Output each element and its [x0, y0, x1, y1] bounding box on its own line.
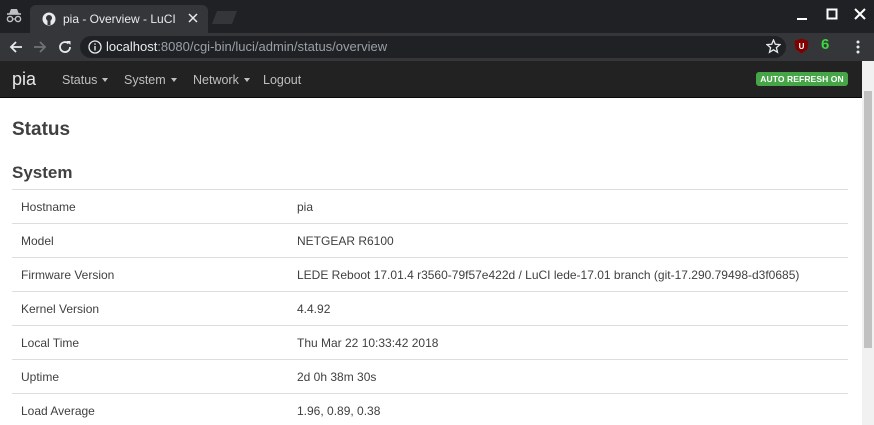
brand-hostname[interactable]: pia: [12, 69, 36, 90]
nav-network-menu[interactable]: Network: [193, 73, 250, 87]
table-row: Uptime 2d 0h 38m 30s: [12, 359, 848, 393]
row-label-local-time: Local Time: [21, 336, 80, 350]
bookmark-star-icon[interactable]: [766, 39, 781, 54]
row-label-kernel: Kernel Version: [21, 302, 100, 316]
maximize-icon[interactable]: [822, 6, 842, 24]
reload-icon[interactable]: [57, 39, 73, 55]
page-title: Status: [12, 119, 71, 140]
forward-arrow-icon[interactable]: [32, 39, 48, 55]
table-row: Model NETGEAR R6100: [12, 223, 848, 257]
table-row: Firmware Version LEDE Reboot 17.01.4 r35…: [12, 257, 848, 291]
row-label-model: Model: [21, 234, 54, 248]
browser-toolbar: localhost:8080/cgi-bin/luci/admin/status…: [0, 33, 874, 61]
incognito-icon: [6, 9, 22, 23]
chevron-down-icon: [102, 78, 109, 82]
url-host: localhost: [106, 39, 158, 54]
nav-network-label: Network: [193, 73, 239, 87]
address-bar[interactable]: localhost:8080/cgi-bin/luci/admin/status…: [80, 36, 786, 58]
row-value-firmware: LEDE Reboot 17.01.4 r3560-79f57e422d / L…: [297, 268, 800, 282]
page-scrollbar[interactable]: [862, 61, 874, 425]
section-title-system: System: [12, 163, 73, 182]
svg-text:U: U: [799, 42, 805, 51]
nav-status-menu[interactable]: Status: [62, 73, 109, 87]
browser-tab[interactable]: pia - Overview - LuCI: [30, 5, 208, 33]
table-row: Local Time Thu Mar 22 10:33:42 2018: [12, 325, 848, 359]
url-path: :8080/cgi-bin/luci/admin/status/overview: [157, 39, 388, 54]
row-value-uptime: 2d 0h 38m 30s: [297, 370, 377, 384]
nav-system-menu[interactable]: System: [124, 73, 177, 87]
row-label-firmware: Firmware Version: [21, 268, 115, 282]
ublock-extension-icon[interactable]: U: [794, 38, 809, 54]
luci-navbar: pia Status System Network Logout AUTO RE…: [0, 61, 862, 98]
row-value-model: NETGEAR R6100: [297, 234, 394, 248]
back-arrow-icon[interactable]: [8, 39, 24, 55]
system-info-table: Hostname pia Model NETGEAR R6100 Firmwar…: [12, 189, 848, 425]
extension-badge-count[interactable]: 6: [821, 36, 829, 53]
tab-title: pia - Overview - LuCI: [63, 12, 176, 26]
nav-status-label: Status: [62, 73, 98, 87]
close-tab-icon[interactable]: [186, 11, 200, 25]
table-row: Hostname pia: [12, 189, 848, 223]
luci-favicon-icon: [42, 12, 56, 26]
chevron-down-icon: [243, 78, 250, 82]
main-content: Status System Hostname pia Model NETGEAR…: [0, 98, 862, 425]
row-value-hostname: pia: [297, 200, 314, 214]
nav-logout-link[interactable]: Logout: [263, 73, 301, 87]
nav-system-label: System: [124, 73, 166, 87]
row-label-hostname: Hostname: [21, 200, 76, 214]
row-label-uptime: Uptime: [21, 370, 60, 384]
scrollbar-thumb[interactable]: [864, 91, 872, 348]
browser-tabstrip: pia - Overview - LuCI: [0, 0, 874, 33]
table-row: Kernel Version 4.4.92: [12, 291, 848, 325]
auto-refresh-badge[interactable]: AUTO REFRESH ON: [756, 72, 848, 86]
new-tab-button[interactable]: [211, 10, 238, 25]
row-value-load-average: 1.96, 0.89, 0.38: [297, 404, 381, 418]
row-value-local-time: Thu Mar 22 10:33:42 2018: [297, 336, 439, 350]
chevron-down-icon: [170, 78, 177, 82]
row-value-kernel: 4.4.92: [297, 302, 331, 316]
close-window-icon[interactable]: [850, 6, 870, 24]
site-info-icon[interactable]: [88, 40, 102, 54]
table-row: Load Average 1.96, 0.89, 0.38: [12, 393, 848, 425]
chrome-menu-icon[interactable]: [853, 39, 863, 55]
url-text: localhost:8080/cgi-bin/luci/admin/status…: [106, 39, 387, 54]
row-label-load-average: Load Average: [21, 404, 95, 418]
minimize-icon[interactable]: [792, 6, 812, 24]
